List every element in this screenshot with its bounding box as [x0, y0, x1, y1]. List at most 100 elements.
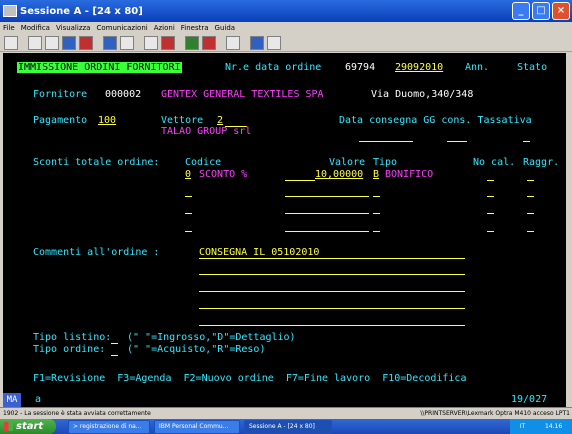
- raggr-field[interactable]: [527, 213, 534, 214]
- sconto-code-field[interactable]: [185, 196, 192, 197]
- tipo-listino-hint: (" "=Ingrosso,"D"=Dettaglio): [127, 332, 296, 343]
- function-keys: F1=Revisione F3=Agenda F2=Nuovo ordine F…: [33, 373, 467, 384]
- windows-flag-icon: [4, 422, 13, 431]
- taskbar: start > registrazione di na... IBM Perso…: [0, 419, 572, 434]
- raggr-field[interactable]: [527, 231, 534, 232]
- pagamento-label: Pagamento: [33, 115, 88, 126]
- sconto-tipo-field[interactable]: B: [373, 169, 379, 181]
- menu-modifica[interactable]: Modifica: [21, 24, 50, 32]
- nocal-field[interactable]: [487, 231, 494, 232]
- terminal-screen[interactable]: IMMISSIONE ORDINI FORNITORI Nr.e data or…: [3, 53, 566, 393]
- tipo-ordine-label: Tipo ordine:: [33, 344, 106, 355]
- sconto-tipo-field[interactable]: [373, 213, 380, 214]
- nocal-field[interactable]: [487, 180, 494, 181]
- menu-comunicazioni[interactable]: Comunicazioni: [96, 24, 147, 32]
- menu-finestra[interactable]: Finestra: [181, 24, 209, 32]
- sconto-code-field[interactable]: [185, 213, 192, 214]
- sconto-value-field-pad: [285, 180, 315, 181]
- col-codice: Codice: [185, 157, 222, 168]
- status-printer: \\PRINTSERVER\Lexmark Optra M410 acceso …: [420, 410, 570, 417]
- sconti-label: Sconti totale ordine:: [33, 157, 160, 168]
- commento-field-2[interactable]: [199, 274, 465, 275]
- minimize-button[interactable]: _: [512, 2, 530, 20]
- toolbar-separator: [178, 37, 182, 49]
- toolbar-separator: [243, 37, 247, 49]
- order-date-field[interactable]: 29092010: [395, 62, 443, 74]
- nocal-field[interactable]: [487, 196, 494, 197]
- menu-azioni[interactable]: Azioni: [154, 24, 175, 32]
- app-icon: [3, 5, 17, 17]
- sconto-tipo-desc: BONIFICO: [385, 169, 434, 180]
- menu-visualizza[interactable]: Visualizza: [56, 24, 90, 32]
- oia-session: a: [35, 394, 42, 405]
- menu-guida[interactable]: Guida: [215, 24, 236, 32]
- send-icon[interactable]: [62, 35, 76, 50]
- close-button[interactable]: ×: [552, 2, 570, 20]
- task-registrazione[interactable]: > registrazione di na...: [68, 419, 150, 434]
- edit-icon[interactable]: [267, 35, 281, 50]
- commento-field-1-underline: [199, 258, 465, 259]
- tipo-ordine-field[interactable]: [111, 355, 118, 356]
- data-consegna-field[interactable]: [359, 141, 413, 142]
- toolbar-separator: [96, 37, 100, 49]
- task-ibm-personal-communications[interactable]: IBM Personal Commu...: [154, 419, 240, 434]
- sconto-value-field[interactable]: 10,00000: [315, 169, 363, 181]
- sconto-tipo-field[interactable]: [373, 196, 380, 197]
- ann-label: Ann.: [465, 62, 490, 73]
- clock: 14.16: [544, 423, 563, 430]
- keyboard-icon[interactable]: [120, 35, 134, 50]
- raggr-field[interactable]: [527, 196, 534, 197]
- maximize-button[interactable]: □: [532, 2, 550, 20]
- vettore-name: TALAO GROUP srl: [161, 126, 252, 137]
- display-icon[interactable]: [103, 35, 117, 50]
- window-titlebar[interactable]: Sessione A - [24 x 80] _ □ ×: [0, 0, 572, 22]
- start-label: start: [16, 421, 44, 432]
- task-sessione-a[interactable]: Sessione A - [24 x 80]: [244, 419, 332, 434]
- play-icon[interactable]: [185, 35, 199, 50]
- copy-icon[interactable]: [28, 35, 42, 50]
- gg-cons-field[interactable]: [447, 141, 467, 142]
- pagamento-field[interactable]: 100: [98, 115, 116, 127]
- order-number: 69794: [345, 62, 376, 73]
- sconto-value-field[interactable]: [285, 196, 369, 197]
- fornitore-address: Via Duomo,340/348: [371, 89, 474, 100]
- toolbar-separator: [137, 37, 141, 49]
- col-nocal: No cal.: [473, 157, 516, 168]
- menu-file[interactable]: File: [3, 24, 15, 32]
- commento-field-3[interactable]: [199, 291, 465, 292]
- sconto-code-field[interactable]: 0: [185, 169, 191, 181]
- fornitore-name: GENTEX GENERAL TEXTILES SPA: [161, 89, 324, 100]
- sconto-value-field[interactable]: [285, 231, 369, 232]
- tassativa-field[interactable]: [523, 141, 530, 142]
- language-indicator[interactable]: IT: [520, 423, 525, 430]
- sconto-value-field[interactable]: [285, 213, 369, 214]
- toolbar-separator: [21, 37, 25, 49]
- stop-icon[interactable]: [161, 35, 175, 50]
- nr-data-label: Nr.e data ordine: [225, 62, 322, 73]
- col-valore: Valore: [329, 157, 366, 168]
- receive-icon[interactable]: [79, 35, 93, 50]
- toolbar-separator: [219, 37, 223, 49]
- raggr-field[interactable]: [527, 180, 534, 181]
- record-icon[interactable]: [202, 35, 216, 50]
- oia-cursor: 19/027: [511, 394, 548, 405]
- globe-icon[interactable]: [250, 35, 264, 50]
- commenti-label: Commenti all'ordine :: [33, 247, 160, 258]
- sconto-tipo-field[interactable]: [373, 231, 380, 232]
- commento-field-5[interactable]: [199, 325, 465, 326]
- nocal-field[interactable]: [487, 213, 494, 214]
- commento-field-4[interactable]: [199, 308, 465, 309]
- stato-label: Stato: [517, 62, 548, 73]
- tipo-listino-field[interactable]: [111, 343, 118, 344]
- screen-title: IMMISSIONE ORDINI FORNITORI: [17, 62, 182, 73]
- col-tipo: Tipo: [373, 157, 398, 168]
- oia-line: MA a 19/027: [3, 393, 566, 407]
- help-icon[interactable]: [226, 35, 240, 50]
- print-icon[interactable]: [4, 35, 18, 50]
- sconto-code-field[interactable]: [185, 231, 192, 232]
- paste-icon[interactable]: [45, 35, 59, 50]
- start-button[interactable]: start: [0, 419, 56, 434]
- tipo-listino-label: Tipo listino:: [33, 332, 112, 343]
- macro-icon[interactable]: [144, 35, 158, 50]
- toolbar: [0, 34, 572, 52]
